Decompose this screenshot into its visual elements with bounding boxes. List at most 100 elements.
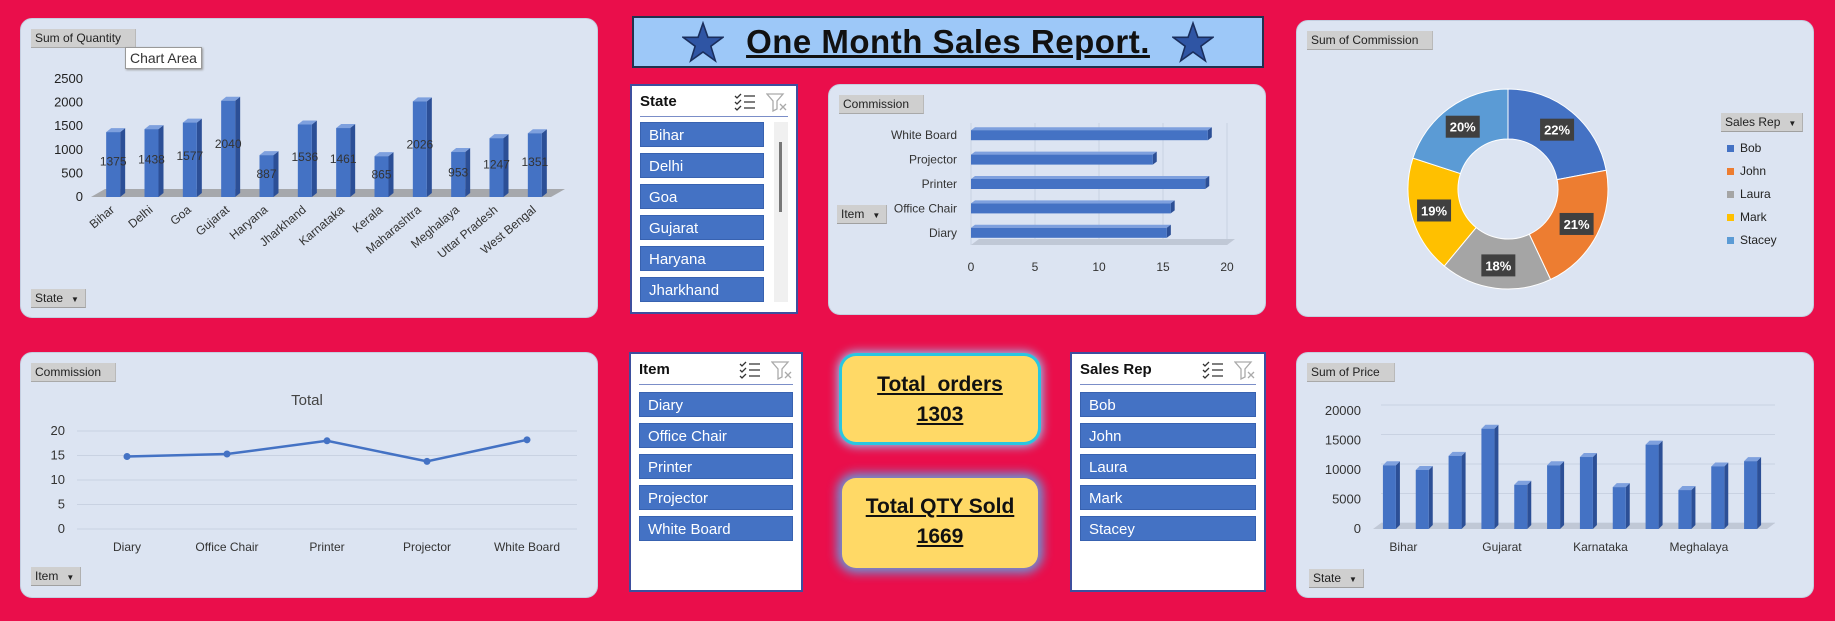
bar-side [1461, 451, 1466, 529]
slicer-item-delhi[interactable]: Delhi [640, 153, 764, 178]
slicer-item-mark[interactable]: Mark [1080, 485, 1256, 510]
y-tick-label: 0 [58, 521, 65, 536]
slicer-item-john[interactable]: John [1080, 423, 1256, 448]
data-label: 1351 [521, 155, 548, 169]
point-diary [123, 452, 131, 460]
bar-delhi [1415, 470, 1429, 529]
y-tick-label: Printer [922, 177, 957, 191]
bar-diary [971, 227, 1167, 238]
slicer-item-white-board[interactable]: White Board [639, 516, 793, 541]
state-field-button[interactable]: State ▼ [31, 289, 86, 308]
x-tick-label: Bihar [87, 203, 117, 232]
slicer-item-diary[interactable]: Diary [639, 392, 793, 417]
slicer-item-printer[interactable]: Printer [639, 454, 793, 479]
item-field-button[interactable]: Item ▼ [31, 567, 82, 586]
commission-horizontal-bar-chart: 0 5 10 15 20 White Board Projector Printer Offic… [891, 123, 1235, 274]
field-button-label: Sales Rep [1725, 115, 1781, 129]
kpi-value: 1669 [916, 525, 964, 548]
bar-side [1691, 486, 1696, 529]
report-title-banner: One Month Sales Report. [632, 16, 1264, 68]
bar-side [1395, 461, 1400, 529]
point-projector [423, 457, 431, 465]
multi-select-icon[interactable] [734, 92, 756, 112]
slicer-item-bihar[interactable]: Bihar [640, 122, 764, 147]
y-tick-label: 1500 [54, 118, 83, 133]
quantity-bar-chart: 2500 2000 1500 1000 500 0 1375 Bihar 1438 Delhi 15… [54, 71, 565, 261]
commission-line-chart: Total 20 15 10 5 0 Diary Office Chair Printer Pro… [51, 392, 577, 554]
bar-printer [971, 179, 1206, 189]
legend-swatch [1727, 167, 1734, 175]
x-tick-label: 15 [1156, 260, 1170, 274]
clear-filter-icon[interactable] [766, 92, 788, 112]
bar-side [1527, 480, 1532, 529]
x-tick-label: Delhi [125, 203, 155, 231]
slicer-title: Sales Rep [1080, 361, 1152, 378]
slicer-scrollbar[interactable] [774, 122, 788, 302]
slicer-item-jharkhand[interactable]: Jharkhand [640, 277, 764, 302]
bar-karnataka [1579, 457, 1593, 529]
data-label: 1577 [176, 149, 203, 163]
bar-top [971, 127, 1212, 131]
clear-filter-icon[interactable] [771, 360, 793, 380]
dropdown-arrow-icon: ▼ [71, 295, 79, 304]
bar-top [971, 200, 1175, 204]
bar-bihar [1382, 465, 1396, 529]
commission-bar-panel: Commission 0 5 10 15 20 White Board Projector P… [828, 84, 1266, 315]
y-tick-label: 15000 [1325, 433, 1361, 448]
point-office-chair [223, 450, 231, 458]
bar-kerala [1612, 487, 1626, 529]
x-tick-label: 0 [968, 260, 975, 274]
bar-white-board [971, 130, 1208, 141]
x-tick-label: Diary [113, 540, 141, 554]
bar-side [1625, 483, 1630, 529]
bar-side [1560, 461, 1565, 529]
multi-select-icon[interactable] [1202, 360, 1224, 380]
y-tick-label: 2500 [54, 71, 83, 86]
legend-swatch [1727, 144, 1734, 152]
slicer-item-gujarat[interactable]: Gujarat [640, 215, 764, 240]
item-field-button[interactable]: Item ▼ [837, 205, 888, 224]
bar-side [1428, 466, 1433, 529]
y-tick-label: 5000 [1332, 492, 1361, 507]
scrollbar-thumb[interactable] [779, 142, 782, 212]
slicer-item-laura[interactable]: Laura [1080, 454, 1256, 479]
data-label: 1438 [138, 153, 165, 167]
item-slicer: Item Diary Office Chair Printer Projecto… [629, 352, 803, 592]
multi-select-icon[interactable] [739, 360, 761, 380]
slicer-item-office-chair[interactable]: Office Chair [639, 423, 793, 448]
slicer-item-goa[interactable]: Goa [640, 184, 764, 209]
x-tick-label: Meghalaya [1670, 540, 1729, 554]
y-tick-label: Office Chair [894, 201, 957, 215]
kpi-label: Total QTY Sold [865, 495, 1015, 518]
clear-filter-icon[interactable] [1234, 360, 1256, 380]
legend-swatch [1727, 190, 1734, 198]
slicer-item-bob[interactable]: Bob [1080, 392, 1256, 417]
slicer-header: Item [639, 360, 793, 385]
x-tick-label: Gujarat [1482, 540, 1522, 554]
slicer-title: Item [639, 361, 670, 378]
y-tick-label: 10000 [1325, 462, 1361, 477]
sales-rep-field-button[interactable]: Sales Rep ▼ [1721, 113, 1804, 132]
state-field-button[interactable]: State ▼ [1309, 569, 1364, 588]
slicer-item-haryana[interactable]: Haryana [640, 246, 764, 271]
y-tick-label: 0 [76, 189, 83, 204]
bar-jharkhand [1547, 465, 1561, 529]
slicer-item-stacey[interactable]: Stacey [1080, 516, 1256, 541]
x-tick-label: 20 [1220, 260, 1234, 274]
y-tick-label: White Board [891, 128, 957, 142]
legend: Sales Rep ▼ Bob John Laura Mark Stacey [1721, 113, 1805, 247]
legend-swatch [1727, 236, 1734, 244]
y-tick-label: 20000 [1325, 403, 1361, 418]
legend-swatch [1727, 213, 1734, 221]
x-tick-label: 10 [1092, 260, 1106, 274]
dropdown-arrow-icon: ▼ [1349, 575, 1357, 584]
data-label: 1375 [100, 154, 127, 168]
bar-maharashtra [1645, 444, 1659, 529]
chart-title: Total [291, 392, 323, 409]
state-slicer: State Bihar Delhi Goa Gujarat Haryana Jh… [630, 84, 798, 314]
total-orders-card: Total orders 1303 [842, 356, 1038, 442]
slicer-item-projector[interactable]: Projector [639, 485, 793, 510]
slicer-header: State [640, 92, 788, 117]
data-label: 18% [1485, 258, 1511, 273]
x-tick-label: 5 [1032, 260, 1039, 274]
